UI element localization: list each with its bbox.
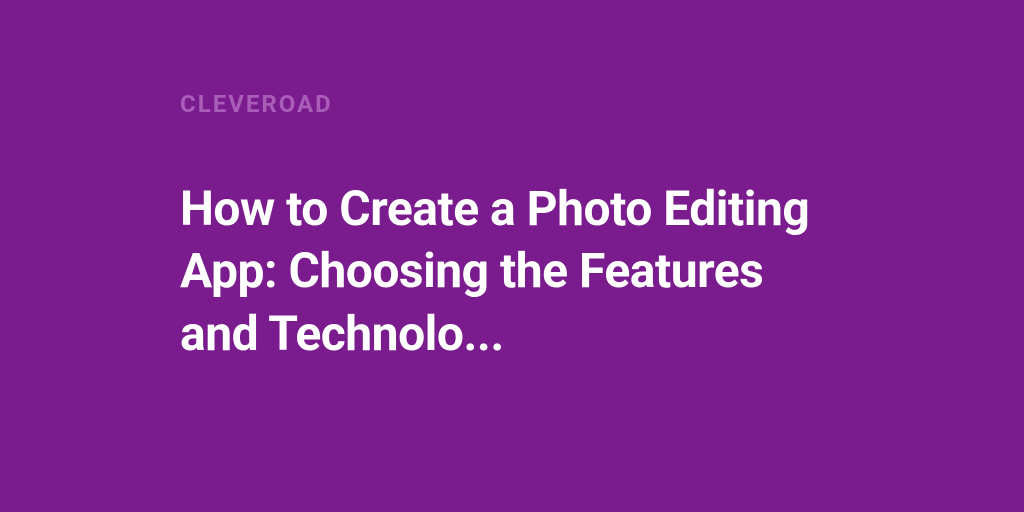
- article-title: How to Create a Photo Editing App: Choos…: [180, 178, 844, 365]
- brand-label: CLEVEROAD: [180, 90, 844, 118]
- content-card: CLEVEROAD How to Create a Photo Editing …: [0, 0, 1024, 365]
